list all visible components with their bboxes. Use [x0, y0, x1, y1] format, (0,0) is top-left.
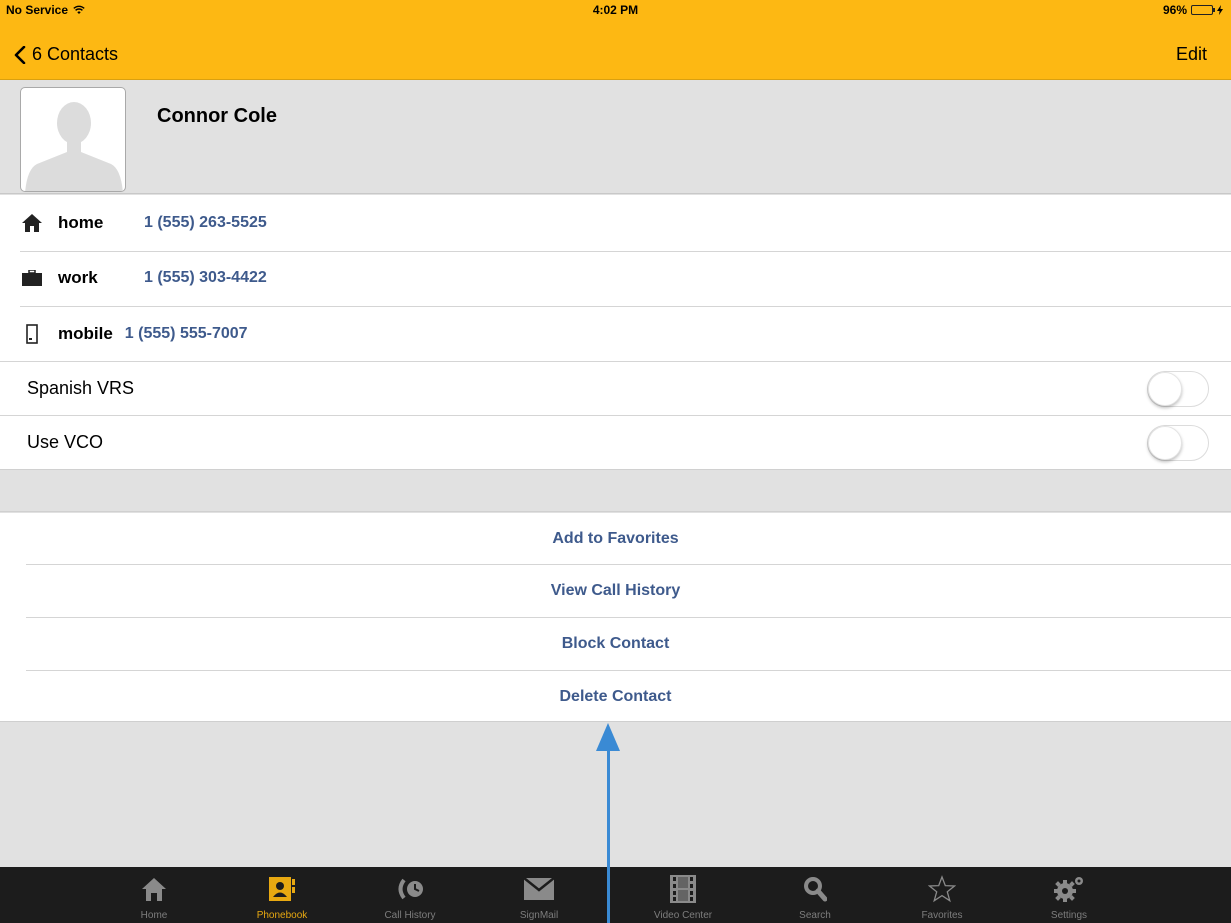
status-time: 4:02 PM	[592, 3, 639, 17]
phone-row-home[interactable]: home 1 (555) 263-5525	[0, 195, 1231, 250]
setting-row-spanish-vrs: Spanish VRS	[0, 362, 1231, 415]
avatar	[20, 87, 126, 192]
contact-header: Connor Cole	[0, 81, 1231, 194]
contact-actions: Add to Favorites View Call History Block…	[0, 513, 1231, 722]
section-spacer	[0, 469, 1231, 512]
phone-number-link[interactable]: 1 (555) 555-7007	[125, 325, 248, 343]
back-button-label: 6 Contacts	[32, 44, 119, 64]
phone-type-label: home	[58, 212, 104, 232]
phone-type-label: work	[58, 267, 98, 287]
mobile-phone-icon	[22, 324, 42, 344]
tab-label: Phonebook	[256, 910, 308, 921]
tab-label: Video Center	[653, 910, 713, 921]
phone-number-link[interactable]: 1 (555) 303-4422	[144, 269, 267, 287]
annotation-arrow-head	[596, 723, 620, 751]
contact-name: Connor Cole	[157, 105, 277, 127]
phone-row-mobile[interactable]: mobile 1 (555) 555-7007	[0, 307, 1231, 361]
annotation-arrow-line	[607, 748, 610, 923]
tab-settings[interactable]: Settings	[1024, 867, 1114, 923]
tab-signmail[interactable]: SignMail	[494, 867, 584, 923]
view-call-history-button[interactable]: View Call History	[0, 565, 1231, 617]
setting-row-use-vco: Use VCO	[0, 416, 1231, 469]
block-contact-button[interactable]: Block Contact	[0, 618, 1231, 670]
back-button[interactable]: 6 Contacts	[14, 44, 118, 65]
tab-label: Favorites	[921, 910, 963, 921]
gear-icon	[1053, 874, 1085, 904]
phone-number-link[interactable]: 1 (555) 263-5525	[144, 214, 267, 232]
chevron-left-icon	[14, 45, 26, 64]
person-silhouette-icon	[25, 102, 123, 191]
tab-label: Settings	[1050, 910, 1088, 921]
house-icon	[22, 213, 42, 233]
phonebook-icon	[266, 874, 298, 904]
contact-details: home 1 (555) 263-5525 work 1 (555) 303-4…	[0, 195, 1231, 469]
tab-favorites[interactable]: Favorites	[897, 867, 987, 923]
setting-label: Use VCO	[27, 432, 104, 452]
call-history-icon	[394, 874, 426, 904]
add-to-favorites-button[interactable]: Add to Favorites	[0, 513, 1231, 565]
film-icon	[667, 874, 699, 904]
spanish-vrs-toggle[interactable]	[1147, 370, 1209, 407]
tab-phonebook[interactable]: Phonebook	[237, 867, 327, 923]
magnifier-icon	[799, 874, 831, 904]
tab-bar: Home Phonebook Call History SignMail Vid…	[0, 867, 1231, 923]
phone-row-work[interactable]: work 1 (555) 303-4422	[0, 252, 1231, 303]
tab-label: Search	[799, 910, 831, 921]
tab-call-history[interactable]: Call History	[365, 867, 455, 923]
house-icon	[138, 874, 170, 904]
edit-button[interactable]: Edit	[1176, 44, 1207, 65]
envelope-icon	[523, 874, 555, 904]
delete-contact-button[interactable]: Delete Contact	[0, 671, 1231, 723]
tab-label: Call History	[384, 910, 436, 921]
status-right: 96%	[1163, 3, 1223, 17]
tab-label: Home	[140, 910, 168, 921]
briefcase-icon	[22, 268, 42, 288]
tab-label: SignMail	[519, 910, 559, 921]
status-bar: No Service 4:02 PM 96%	[0, 0, 1231, 20]
navigation-bar: 6 Contacts Edit	[0, 20, 1231, 80]
tab-search[interactable]: Search	[770, 867, 860, 923]
phone-type-label: mobile	[58, 324, 113, 343]
battery-percent: 96%	[1162, 3, 1187, 17]
charging-bolt-icon	[1217, 5, 1223, 15]
star-icon	[926, 874, 958, 904]
setting-label: Spanish VRS	[27, 378, 135, 398]
tab-video-center[interactable]: Video Center	[638, 867, 728, 923]
battery-icon	[1191, 5, 1215, 15]
tab-home[interactable]: Home	[109, 867, 199, 923]
use-vco-toggle[interactable]	[1147, 424, 1209, 461]
